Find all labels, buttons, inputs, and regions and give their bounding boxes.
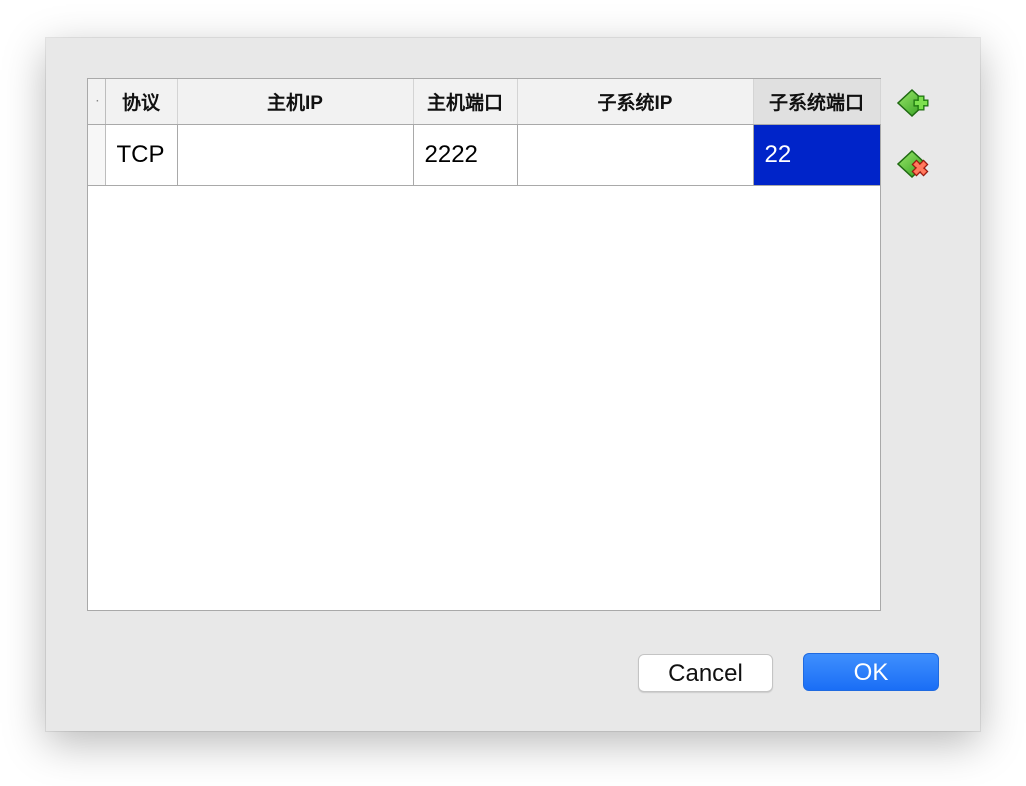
column-header-guest-ip[interactable]: 子系统IP (517, 79, 754, 125)
table-header-row: · 协议 主机IP 主机端口 子系统IP 子系统端口 (88, 79, 881, 125)
row-header-cell[interactable] (88, 124, 106, 186)
cell-guest-ip[interactable] (517, 124, 754, 186)
row-header-corner: · (88, 79, 106, 125)
column-header-protocol[interactable]: 协议 (105, 79, 178, 125)
column-header-guest-port[interactable]: 子系统端口 (753, 79, 881, 125)
cell-guest-port[interactable]: 22 (753, 124, 881, 186)
add-rule-icon (896, 88, 929, 118)
port-forwarding-table: · 协议 主机IP 主机端口 子系统IP 子系统端口 TCP 2222 22 (87, 78, 881, 611)
port-forwarding-dialog: · 协议 主机IP 主机端口 子系统IP 子系统端口 TCP 2222 22 C… (46, 38, 980, 731)
ok-button[interactable]: OK (803, 653, 939, 691)
add-rule-button[interactable] (896, 87, 931, 121)
cell-host-port[interactable]: 2222 (413, 124, 518, 186)
remove-rule-button[interactable] (896, 148, 931, 182)
column-header-host-port[interactable]: 主机端口 (413, 79, 518, 125)
column-header-host-ip[interactable]: 主机IP (177, 79, 414, 125)
cancel-button[interactable]: Cancel (638, 654, 773, 692)
cell-protocol[interactable]: TCP (105, 124, 178, 186)
table-row[interactable]: TCP 2222 22 (88, 124, 881, 186)
cell-host-ip[interactable] (177, 124, 414, 186)
remove-rule-icon (896, 149, 929, 179)
